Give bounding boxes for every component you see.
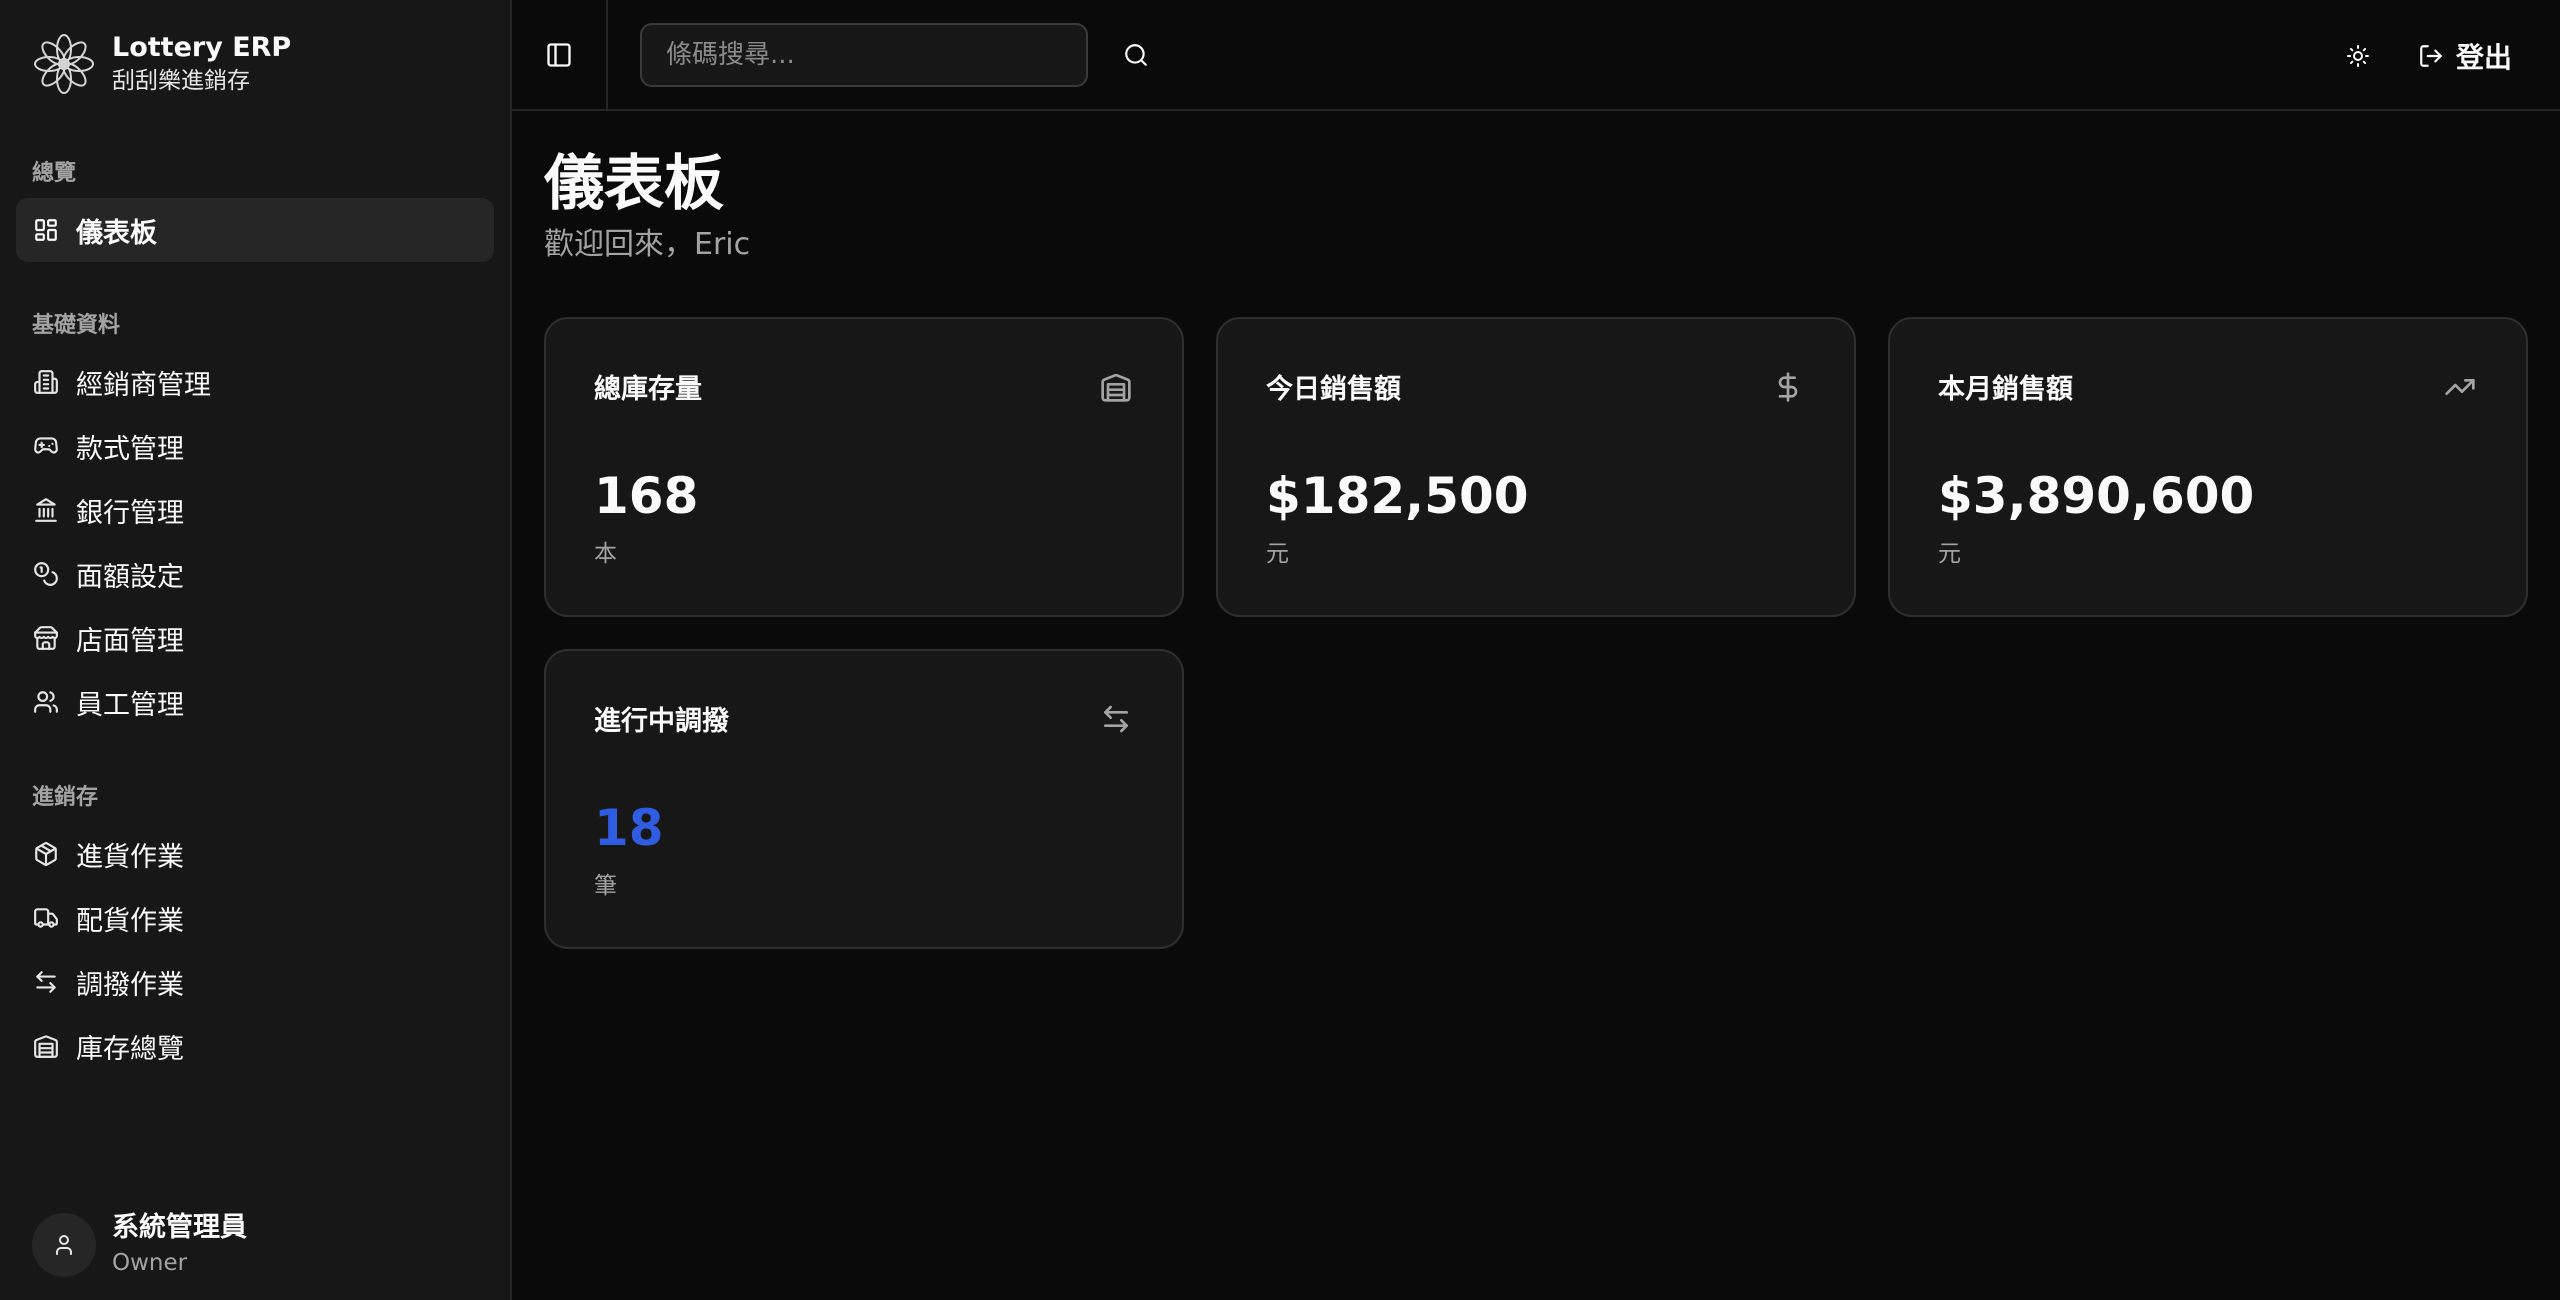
sidebar-item-label: 款式管理 — [76, 433, 184, 465]
log-out-icon — [2420, 44, 2442, 67]
sidebar-item-styles[interactable]: 款式管理 — [16, 414, 494, 478]
building-icon — [32, 368, 60, 396]
user-role: Owner — [112, 1250, 188, 1276]
card-label: 今日銷售額 — [1266, 374, 1401, 405]
brand-name: Lottery ERP — [112, 32, 292, 63]
nav-section-inventory: 進銷存 — [32, 785, 99, 810]
user-name: 系統管理員 — [112, 1212, 247, 1243]
card-unit: 元 — [1938, 541, 1961, 567]
stat-card-total-stock: 總庫存量 168 本 — [544, 317, 1184, 617]
flower-logo-icon — [32, 32, 96, 96]
stat-card-active-transfers: 進行中調撥 18 筆 — [544, 649, 1184, 949]
panel-left-icon — [547, 42, 571, 67]
search-button[interactable] — [1112, 31, 1160, 79]
sidebar-item-purchasing[interactable]: 進貨作業 — [16, 822, 494, 886]
sidebar-item-denominations[interactable]: 面額設定 — [16, 542, 494, 606]
sidebar: Lottery ERP 刮刮樂進銷存 總覽 儀表板 基礎資料 經銷商管理 款式管… — [0, 0, 512, 1300]
topbar: 登出 — [512, 0, 2560, 111]
search-icon — [1125, 43, 1147, 66]
truck-icon — [32, 904, 60, 932]
arrow-left-right-icon — [32, 968, 60, 996]
user-menu[interactable]: 系統管理員 Owner — [0, 1190, 510, 1300]
user-icon — [56, 1235, 72, 1255]
sidebar-item-dashboard[interactable]: 儀表板 — [16, 198, 494, 262]
stats-cards: 總庫存量 168 本 今日銷售額 $182,500 元 本月銷售額 $3,890… — [544, 317, 2528, 949]
sidebar-item-label: 儀表板 — [76, 217, 157, 249]
sidebar-item-label: 調撥作業 — [76, 969, 184, 1001]
card-unit: 本 — [594, 541, 617, 567]
card-label: 總庫存量 — [594, 374, 702, 405]
card-label: 本月銷售額 — [1938, 374, 2073, 405]
stat-card-month-sales: 本月銷售額 $3,890,600 元 — [1888, 317, 2528, 617]
logout-label: 登出 — [2455, 40, 2512, 74]
page-subtitle: 歡迎回來，Eric — [544, 227, 751, 262]
arrow-left-right-icon — [1098, 701, 1134, 737]
main-area: 登出 儀表板 歡迎回來，Eric 總庫存量 168 本 今日銷售額 — [512, 0, 2560, 1300]
warehouse-icon — [32, 1032, 60, 1060]
dashboard-content: 儀表板 歡迎回來，Eric 總庫存量 168 本 今日銷售額 $182,500 … — [512, 111, 2560, 981]
trending-up-icon — [2442, 369, 2478, 405]
users-icon — [32, 688, 60, 716]
sidebar-item-label: 面額設定 — [76, 561, 184, 593]
sidebar-item-stock-overview[interactable]: 庫存總覽 — [16, 1014, 494, 1078]
sidebar-item-label: 銀行管理 — [76, 497, 184, 529]
sidebar-item-label: 員工管理 — [76, 689, 184, 721]
nav-section-master-data: 基礎資料 — [32, 313, 121, 338]
sidebar-item-employees[interactable]: 員工管理 — [16, 670, 494, 734]
page-title: 儀表板 — [544, 149, 724, 219]
card-label: 進行中調撥 — [594, 706, 729, 737]
store-icon — [32, 624, 60, 652]
landmark-icon — [32, 496, 60, 524]
sun-icon — [2346, 44, 2369, 67]
sidebar-item-banks[interactable]: 銀行管理 — [16, 478, 494, 542]
sidebar-toggle-button[interactable] — [512, 0, 608, 110]
warehouse-icon — [1098, 369, 1134, 405]
avatar — [32, 1213, 96, 1277]
card-value: $182,500 — [1266, 467, 1529, 525]
package-icon — [32, 840, 60, 868]
sidebar-item-label: 經銷商管理 — [76, 369, 211, 401]
sidebar-item-label: 庫存總覽 — [76, 1033, 184, 1065]
brand-subtitle: 刮刮樂進銷存 — [112, 68, 250, 94]
logout-button[interactable]: 登出 — [2410, 36, 2520, 76]
sidebar-item-dealers[interactable]: 經銷商管理 — [16, 350, 494, 414]
dollar-sign-icon — [1770, 369, 1806, 405]
card-value: 18 — [594, 799, 664, 857]
layout-dashboard-icon — [32, 216, 60, 244]
sidebar-item-label: 配貨作業 — [76, 905, 184, 937]
search-input[interactable] — [666, 39, 1062, 70]
sidebar-item-distribution[interactable]: 配貨作業 — [16, 886, 494, 950]
sidebar-item-label: 進貨作業 — [76, 841, 184, 873]
sidebar-item-stores[interactable]: 店面管理 — [16, 606, 494, 670]
app-root: Lottery ERP 刮刮樂進銷存 總覽 儀表板 基礎資料 經銷商管理 款式管… — [0, 0, 2560, 1300]
card-unit: 元 — [1266, 541, 1289, 567]
sidebar-item-label: 店面管理 — [76, 625, 184, 657]
theme-toggle-button[interactable] — [2330, 28, 2386, 84]
card-value: $3,890,600 — [1938, 467, 2255, 525]
sidebar-nav: 總覽 儀表板 基礎資料 經銷商管理 款式管理 銀行管理 面額設定 店面管理 員工… — [0, 128, 510, 1190]
stat-card-today-sales: 今日銷售額 $182,500 元 — [1216, 317, 1856, 617]
gamepad-icon — [32, 432, 60, 460]
coins-icon — [32, 560, 60, 588]
search-field — [640, 22, 1088, 87]
card-value: 168 — [594, 467, 699, 525]
card-unit: 筆 — [594, 873, 617, 899]
nav-section-overview: 總覽 — [32, 161, 77, 186]
sidebar-item-transfers[interactable]: 調撥作業 — [16, 950, 494, 1014]
brand[interactable]: Lottery ERP 刮刮樂進銷存 — [0, 0, 510, 128]
